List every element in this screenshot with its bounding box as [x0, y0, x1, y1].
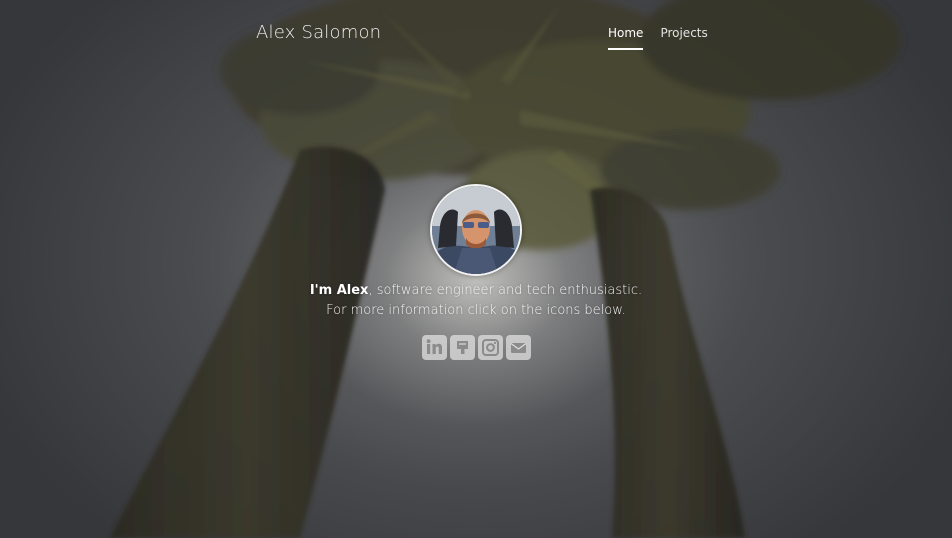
- linkedin-icon: [426, 339, 442, 354]
- github-icon: [456, 341, 468, 354]
- github-button[interactable]: [449, 335, 475, 360]
- linkedin-button[interactable]: [421, 335, 447, 360]
- email-button[interactable]: [505, 335, 531, 360]
- site-header: Alex Salomon Home Projects: [0, 0, 952, 60]
- brand-logo-text[interactable]: Alex Salomon: [256, 22, 381, 43]
- email-icon: [510, 342, 526, 353]
- social-links: [0, 335, 952, 360]
- page: Alex Salomon Home Projects I'm Alex, sof…: [0, 0, 952, 538]
- instagram-icon: [481, 339, 499, 356]
- nav-projects-link[interactable]: Projects: [660, 26, 707, 50]
- intro-name: I'm Alex: [309, 283, 369, 298]
- avatar-photo: [432, 186, 520, 274]
- intro-rest: , software engineer and tech enthusiasti…: [368, 283, 643, 298]
- avatar: [430, 184, 522, 276]
- hero-section: I'm Alex, software engineer and tech ent…: [0, 184, 952, 360]
- intro-line-2: For more information click on the icons …: [326, 303, 626, 318]
- main-nav: Home Projects: [608, 26, 708, 50]
- nav-home-link[interactable]: Home: [608, 26, 644, 50]
- intro-text: I'm Alex, software engineer and tech ent…: [0, 281, 952, 321]
- intro-line-1: I'm Alex, software engineer and tech ent…: [0, 281, 952, 301]
- instagram-button[interactable]: [477, 335, 503, 360]
